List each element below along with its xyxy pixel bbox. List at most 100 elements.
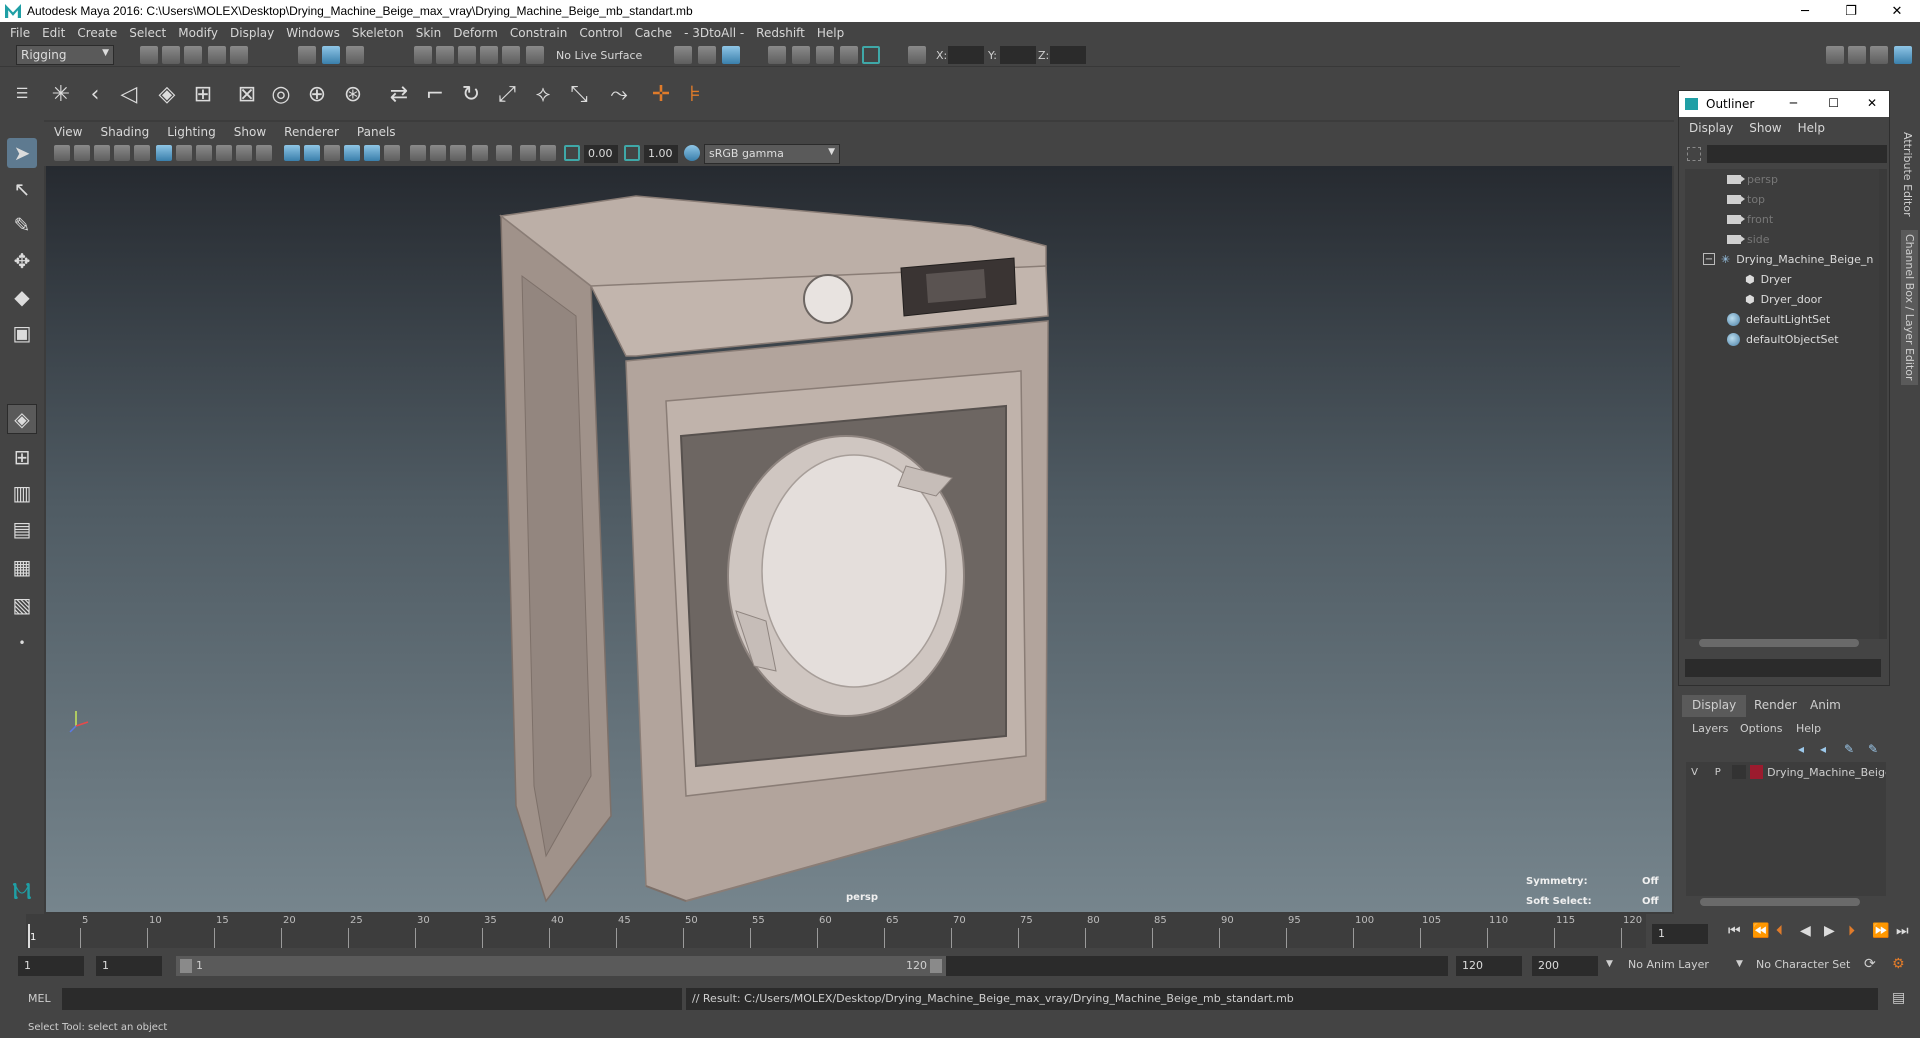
joint-tool-icon[interactable]: ✳: [46, 79, 76, 109]
paint-select-icon[interactable]: ✎: [7, 210, 37, 240]
outliner-item-persp[interactable]: persp: [1727, 169, 1778, 189]
minimize-button[interactable]: ─: [1782, 0, 1828, 22]
cluster-icon[interactable]: ⊛: [338, 79, 368, 109]
construction-history-icon[interactable]: [722, 46, 740, 64]
menu-redshift[interactable]: Redshift: [756, 26, 805, 40]
range-start-handle[interactable]: [180, 959, 192, 973]
pole-vector-icon[interactable]: ⤡: [564, 79, 594, 109]
outliner-item-default-object-set[interactable]: defaultObjectSet: [1727, 329, 1839, 349]
collapse-icon[interactable]: −: [1703, 253, 1715, 265]
filter-icon[interactable]: [1687, 147, 1701, 161]
lattice-icon[interactable]: ⊕: [302, 79, 332, 109]
lasso-tool-icon[interactable]: ↖: [7, 174, 37, 204]
set-driven-key-icon[interactable]: ⊧: [680, 79, 710, 109]
ipr-render-icon[interactable]: [816, 46, 834, 64]
layer-row[interactable]: V P Drying_Machine_Beige: [1686, 762, 1886, 782]
perspective-viewport[interactable]: persp Symmetry: Off Soft Select: Off: [46, 166, 1672, 912]
step-forward-frame-icon[interactable]: ⏵: [1848, 923, 1855, 939]
panel-menu-lighting[interactable]: Lighting: [167, 125, 216, 139]
channel-box-tab[interactable]: Channel Box / Layer Editor: [1901, 230, 1918, 385]
modeling-toolkit-icon[interactable]: [1826, 46, 1844, 64]
layout-menu-icon[interactable]: •: [7, 628, 37, 658]
z-coord-field[interactable]: [1050, 46, 1086, 64]
point-constraint-icon[interactable]: ⇄: [384, 79, 414, 109]
time-ruler[interactable]: 1 5 10 15 20 25 30 35 40 45 50 55 60 65 …: [26, 914, 1646, 948]
layer-menu-options[interactable]: Options: [1740, 722, 1782, 735]
rotate-tool-icon[interactable]: ◆: [7, 282, 37, 312]
animation-end-field[interactable]: 200: [1532, 956, 1598, 976]
backface-icon[interactable]: [472, 145, 488, 161]
resolution-gate-icon[interactable]: [196, 145, 212, 161]
layer-tab-display[interactable]: Display: [1682, 695, 1747, 717]
motion-blur-icon[interactable]: [520, 145, 536, 161]
dryer-model[interactable]: [46, 166, 1672, 912]
command-language-label[interactable]: MEL: [28, 992, 51, 1005]
insert-joint-icon[interactable]: ◈: [152, 79, 182, 109]
aim-constraint-icon[interactable]: ⌐: [420, 79, 450, 109]
outliner-menu-help[interactable]: Help: [1798, 121, 1825, 135]
textured-icon[interactable]: [324, 145, 340, 161]
render-view-icon[interactable]: [768, 46, 786, 64]
move-layer-down-icon[interactable]: ◂: [1820, 742, 1826, 756]
menu-edit[interactable]: Edit: [42, 26, 65, 40]
select-hierarchy-icon[interactable]: [298, 46, 316, 64]
layer-tab-render[interactable]: Render: [1744, 695, 1807, 717]
isolate-select-icon[interactable]: [384, 145, 400, 161]
camera-attributes-icon[interactable]: [74, 145, 90, 161]
step-forward-key-icon[interactable]: ⏩: [1872, 923, 1889, 939]
attribute-editor-tab[interactable]: Attribute Editor: [1901, 132, 1914, 217]
menu-help[interactable]: Help: [817, 26, 844, 40]
tool-settings-icon[interactable]: [1870, 46, 1888, 64]
step-back-key-icon[interactable]: ⏪: [1752, 923, 1769, 939]
playback-end-field[interactable]: 120: [1456, 956, 1522, 976]
menu-select[interactable]: Select: [129, 26, 166, 40]
menu-file[interactable]: File: [10, 26, 30, 40]
x-coord-field[interactable]: [948, 46, 984, 64]
animation-preferences-icon[interactable]: ⚙: [1892, 956, 1905, 972]
lights-icon[interactable]: [344, 145, 360, 161]
menu-cache[interactable]: Cache: [635, 26, 672, 40]
outliner-item-group[interactable]: − ✳ Drying_Machine_Beige_n: [1703, 249, 1873, 269]
xray-icon[interactable]: [410, 145, 426, 161]
outliner-horizontal-scrollbar[interactable]: [1699, 639, 1859, 647]
xray-components-icon[interactable]: [450, 145, 466, 161]
select-object-icon[interactable]: [322, 46, 340, 64]
restore-button[interactable]: ❐: [1828, 0, 1874, 22]
menu-modify[interactable]: Modify: [178, 26, 218, 40]
menu-windows[interactable]: Windows: [286, 26, 340, 40]
grid-toggle-icon[interactable]: [156, 145, 172, 161]
menu-display[interactable]: Display: [230, 26, 274, 40]
range-slider-track[interactable]: [946, 956, 1448, 976]
shadows-icon[interactable]: [364, 145, 380, 161]
outliner-menu-display[interactable]: Display: [1689, 121, 1733, 135]
wireframe-icon[interactable]: [284, 145, 300, 161]
command-input[interactable]: [62, 988, 682, 1010]
shelf-menu-icon[interactable]: ☰: [12, 79, 32, 109]
four-view-icon[interactable]: ⊞: [7, 442, 37, 472]
character-set-dropdown[interactable]: No Character Set: [1756, 958, 1850, 971]
open-scene-icon[interactable]: [162, 46, 180, 64]
xray-joints-icon[interactable]: [430, 145, 446, 161]
menu-deform[interactable]: Deform: [453, 26, 498, 40]
maya-home-icon[interactable]: Ⲙ: [7, 876, 37, 906]
layer-color-swatch[interactable]: [1749, 765, 1764, 779]
menu-control[interactable]: Control: [579, 26, 622, 40]
menu-skeleton[interactable]: Skeleton: [352, 26, 404, 40]
hypershade-persp-icon[interactable]: ▧: [7, 590, 37, 620]
animation-start-field[interactable]: 1: [18, 956, 84, 976]
chevron-down-icon[interactable]: ▼: [1736, 959, 1743, 969]
chevron-down-icon[interactable]: ▼: [1606, 959, 1613, 969]
locator-icon[interactable]: ✛: [646, 79, 676, 109]
outliner-search-input[interactable]: [1707, 145, 1887, 163]
field-chart-icon[interactable]: [236, 145, 252, 161]
outliner-close-button[interactable]: ✕: [1867, 96, 1877, 110]
bind-skin-icon[interactable]: ⊠: [232, 79, 262, 109]
outliner-item-side[interactable]: side: [1727, 229, 1770, 249]
select-component-icon[interactable]: [346, 46, 364, 64]
make-live-icon[interactable]: [526, 46, 544, 64]
go-to-start-icon[interactable]: ⏮: [1728, 923, 1741, 939]
color-management-icon[interactable]: [684, 145, 700, 161]
outliner-filter-field[interactable]: [1685, 659, 1881, 677]
redo-icon[interactable]: [230, 46, 248, 64]
outliner-minimize-button[interactable]: ─: [1790, 96, 1797, 110]
